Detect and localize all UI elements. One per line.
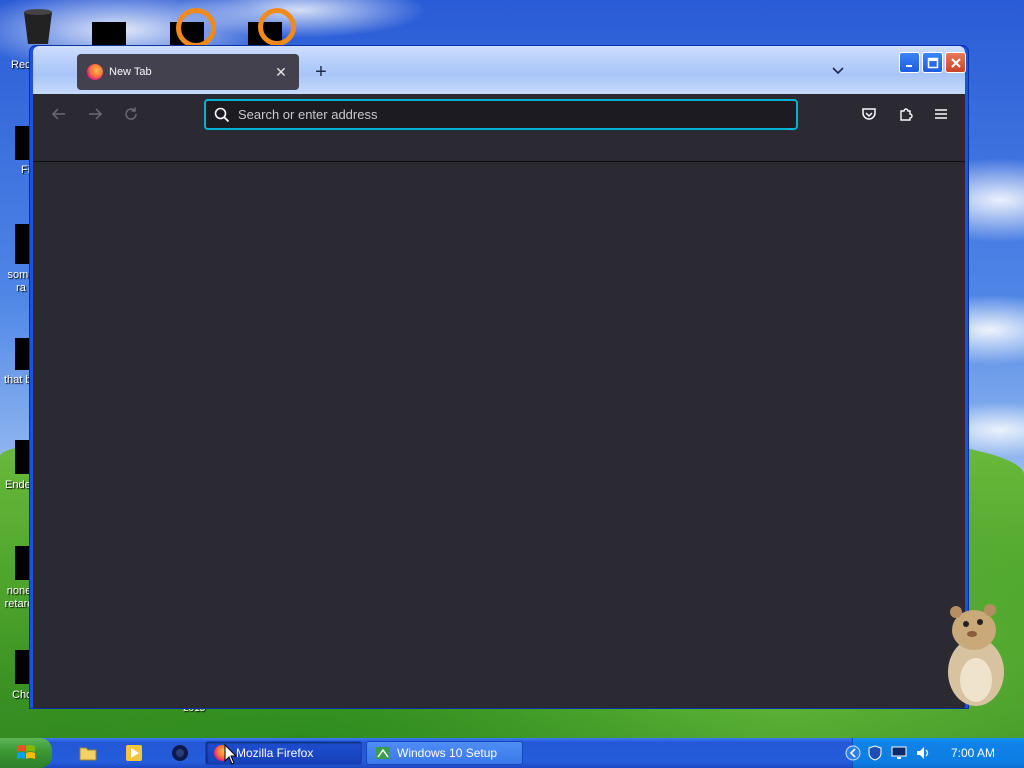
firefox-icon xyxy=(87,64,103,80)
puzzle-icon xyxy=(900,108,913,121)
pocket-icon xyxy=(862,108,876,120)
forward-button[interactable] xyxy=(83,102,107,126)
tab-new-tab[interactable]: New Tab ✕ xyxy=(77,54,299,90)
desktop-icon-label[interactable]: that b xyxy=(4,374,32,386)
reload-icon xyxy=(125,107,137,120)
hamburger-menu-icon xyxy=(935,109,947,119)
show-hidden-icons-button[interactable] xyxy=(845,745,861,761)
taskbar-item-windows-10-setup[interactable]: Windows 10 Setup xyxy=(366,741,523,765)
maximize-button[interactable] xyxy=(922,52,943,73)
start-button[interactable] xyxy=(0,738,52,768)
back-button[interactable] xyxy=(47,102,71,126)
close-window-button[interactable] xyxy=(945,52,966,73)
system-tray: 7:00 AM xyxy=(845,738,1024,768)
recycle-bin-icon[interactable] xyxy=(18,6,58,46)
close-icon xyxy=(950,57,961,68)
desktop-icon-label[interactable]: Ende xyxy=(5,479,31,491)
pocket-button[interactable] xyxy=(857,102,881,126)
folder-icon xyxy=(79,747,97,761)
quicklaunch-explorer[interactable] xyxy=(78,743,98,763)
navigation-toolbar xyxy=(33,94,965,134)
arrow-left-icon xyxy=(51,108,65,120)
setup-icon xyxy=(376,747,390,759)
taskbar-item-label: Mozilla Firefox xyxy=(236,746,314,760)
desktop-icon[interactable] xyxy=(15,338,31,370)
arrow-right-icon xyxy=(89,108,103,120)
desktop-icon[interactable] xyxy=(15,224,31,264)
speaker-icon xyxy=(917,747,929,759)
minimize-icon xyxy=(905,64,912,67)
desktop-icon[interactable] xyxy=(15,650,31,684)
list-all-tabs-button[interactable] xyxy=(827,60,849,82)
tab-strip[interactable]: New Tab ✕ + xyxy=(33,46,966,94)
minimize-button[interactable] xyxy=(899,52,920,73)
url-input[interactable] xyxy=(238,107,796,122)
desktop-icon-label[interactable]: Fi xyxy=(21,164,30,176)
monitor-icon xyxy=(891,746,907,759)
toolbar-strip xyxy=(33,134,965,162)
tray-monitor[interactable] xyxy=(891,745,907,761)
close-tab-icon[interactable]: ✕ xyxy=(269,60,293,84)
mouse-cursor xyxy=(224,744,238,765)
taskbar: Mozilla Firefox Windows 10 Setup 7:00 AM xyxy=(0,738,1024,768)
chevron-left-icon xyxy=(845,745,861,761)
hamster-mascot[interactable] xyxy=(940,600,1010,710)
desktop-app-icon xyxy=(258,8,296,46)
quicklaunch-browser[interactable] xyxy=(170,743,190,763)
taskbar-item-label: Windows 10 Setup xyxy=(397,746,498,760)
shield-icon xyxy=(868,745,882,761)
quicklaunch-media-player[interactable] xyxy=(124,743,144,763)
firefox-window: New Tab ✕ + xyxy=(30,46,968,708)
tray-volume[interactable] xyxy=(915,745,931,761)
address-bar[interactable] xyxy=(204,99,798,130)
media-player-icon xyxy=(126,745,142,761)
app-menu-button[interactable] xyxy=(929,102,953,126)
search-icon xyxy=(214,106,232,124)
desktop-icon-label[interactable]: Chc xyxy=(12,689,32,701)
desktop-icon[interactable] xyxy=(15,546,31,580)
desktop-icon[interactable] xyxy=(92,22,126,46)
tab-title: New Tab xyxy=(109,66,152,78)
desktop-icon[interactable] xyxy=(15,126,31,160)
tray-shield[interactable] xyxy=(867,745,883,761)
windows-logo-icon xyxy=(17,745,35,759)
extensions-button[interactable] xyxy=(894,102,918,126)
chevron-down-icon xyxy=(832,67,844,75)
firefox-dark-icon xyxy=(172,745,188,761)
desktop-icon-label[interactable]: Rec xyxy=(11,59,31,71)
new-tab-button[interactable]: + xyxy=(309,58,333,86)
page-content[interactable] xyxy=(33,162,965,708)
maximize-icon xyxy=(927,57,938,68)
desktop-app-icon xyxy=(176,8,216,48)
desktop-icon[interactable] xyxy=(15,440,31,474)
reload-button[interactable] xyxy=(119,102,143,126)
clock[interactable]: 7:00 AM xyxy=(951,746,995,760)
